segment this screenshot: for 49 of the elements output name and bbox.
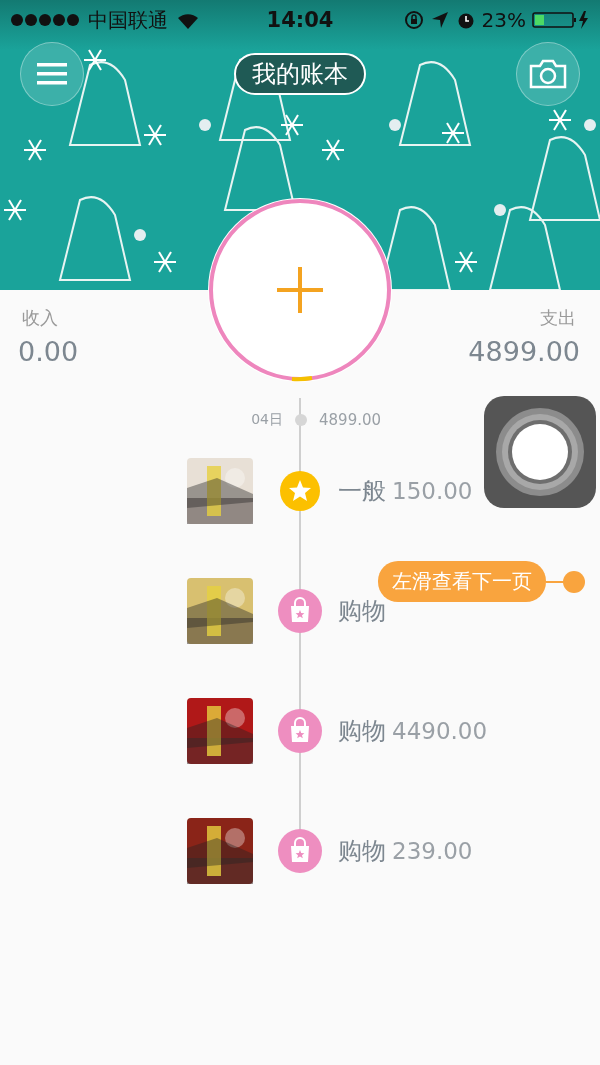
dot-icon [134,229,146,241]
snowflake-icon [23,139,47,161]
day-total: 4899.00 [319,411,382,429]
shopping-bag-icon [278,589,322,633]
tooltip-pointer-icon [546,569,586,594]
snowflake-icon [441,122,465,144]
add-entry-button[interactable] [208,198,392,382]
assistive-touch-button[interactable] [484,396,596,508]
tree-icon [69,61,141,146]
snowflake-icon [143,124,167,146]
expense-label: 支出 [539,306,577,330]
tree-icon [59,196,131,281]
entry-category: 购物 [338,716,386,747]
entry-amount: 239.00 [392,838,473,864]
entry-category: 购物 [338,836,386,867]
shopping-bag-icon [278,709,322,753]
income-label: 收入 [21,306,59,330]
dot-icon [199,119,211,131]
snowflake-icon [548,109,572,131]
camera-icon [528,58,568,90]
snowflake-icon [153,251,177,273]
wifi-icon [176,11,200,29]
snowflake-icon [321,139,345,161]
dot-icon [389,119,401,131]
snowflake-icon [280,114,304,136]
dot-icon [494,204,506,216]
snowflake-icon [3,199,27,221]
shopping-bag-icon [278,829,322,873]
expense-amount: 4899.00 [468,336,580,367]
signal-icon [10,13,80,27]
battery-charging-icon [532,10,590,30]
menu-icon [37,63,67,85]
income-amount: 0.00 [18,336,79,367]
day-date: 04日 [250,411,283,429]
clock-time: 14:04 [266,8,334,32]
snowflake-icon [83,49,107,71]
tree-icon [529,136,600,221]
account-book-title[interactable]: 我的账本 [234,53,366,95]
battery-percentage: 23% [481,8,526,32]
entry-amount: 4490.00 [392,718,488,744]
swipe-hint-tooltip: 左滑查看下一页 [378,561,546,602]
tree-icon [489,206,561,290]
entry-category: 一般 [338,476,386,507]
tree-icon [399,61,471,146]
snowflake-icon [454,251,478,273]
entry-amount: 150.00 [392,478,473,504]
carrier-name: 中国联通 [88,6,168,34]
rotation-lock-icon [403,10,424,30]
dot-icon [584,119,596,131]
